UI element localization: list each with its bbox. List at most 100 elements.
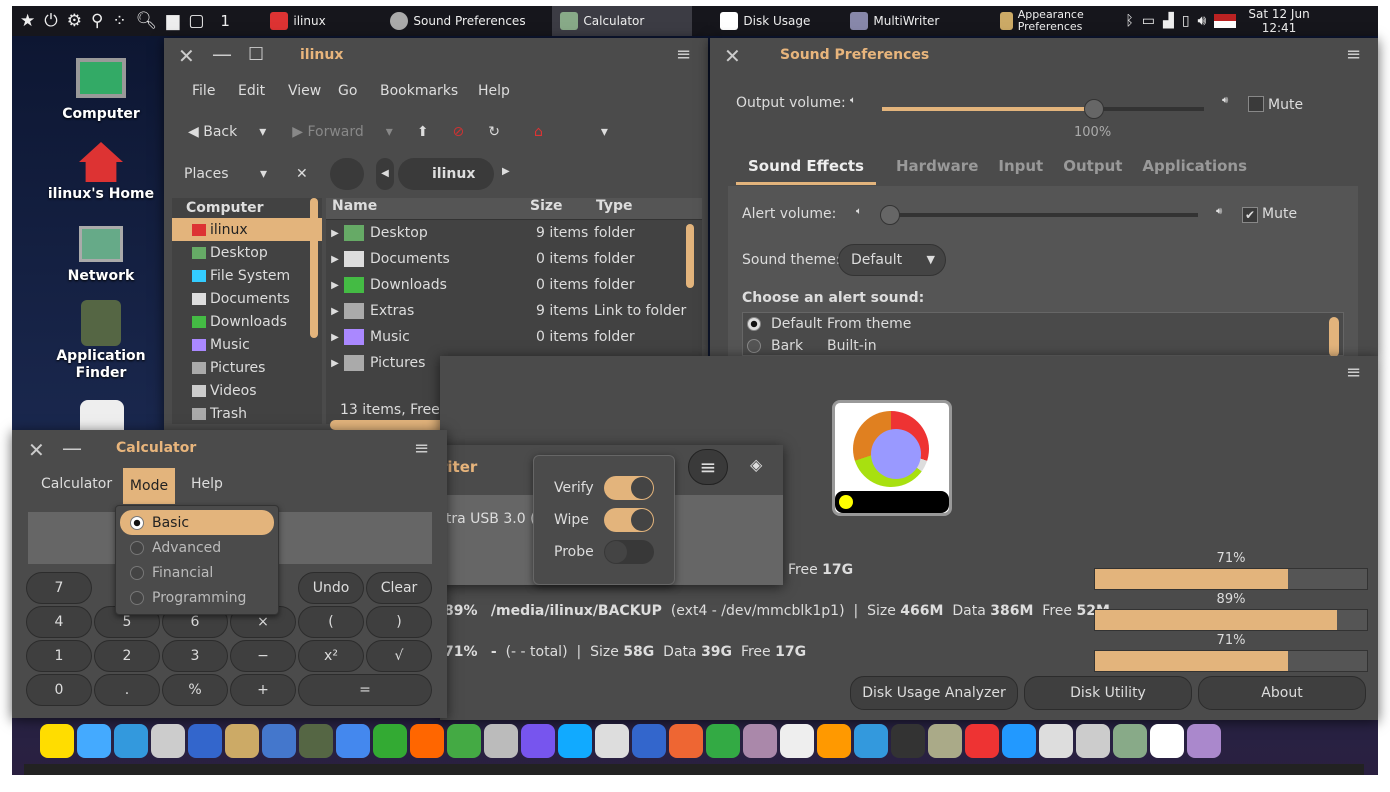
sidebar-scrollbar[interactable] xyxy=(310,198,318,338)
sidebar-item-file-system[interactable]: File System xyxy=(172,264,322,287)
calc-key[interactable]: + xyxy=(230,674,296,706)
apps-grid-icon[interactable]: ⁘ xyxy=(112,11,126,31)
expander-icon[interactable]: ▶ xyxy=(326,306,344,317)
places-dropdown-icon[interactable]: ▾ xyxy=(260,166,267,182)
calc-key[interactable]: √ xyxy=(366,640,432,672)
calc-key[interactable]: Clear xyxy=(366,572,432,604)
toolbar-overflow-icon[interactable]: ▾ xyxy=(601,124,608,140)
menu-edit[interactable]: Edit xyxy=(238,83,288,99)
task-appearance[interactable]: Appearance Preferences xyxy=(992,6,1117,36)
file-row[interactable]: ▶ Downloads 0 items folder xyxy=(326,272,702,298)
path-right-icon[interactable]: ▶ xyxy=(502,166,510,177)
places-label[interactable]: Places xyxy=(184,166,229,182)
settings-toggle-icon[interactable]: ⚙ xyxy=(67,11,82,31)
menu-bookmarks[interactable]: Bookmarks xyxy=(380,83,478,99)
menu-icon[interactable]: ≡ xyxy=(1346,44,1361,65)
binoculars-icon[interactable]: ⚲ xyxy=(91,11,103,31)
mode-financial[interactable]: Financial xyxy=(120,560,274,585)
dock-app-icon[interactable] xyxy=(77,724,111,758)
vertical-scrollbar[interactable] xyxy=(686,224,694,288)
folder-icon[interactable]: ▆ xyxy=(166,11,179,31)
dock-app-icon[interactable] xyxy=(1150,724,1184,758)
favorites-star-icon[interactable]: ★ xyxy=(20,11,35,31)
search-icon[interactable]: 🔍︎ xyxy=(136,11,158,31)
power-icon[interactable]: ⏻ xyxy=(44,11,57,31)
radio-selected[interactable] xyxy=(747,317,761,331)
dock-app-icon[interactable] xyxy=(1039,724,1073,758)
sidebar-item-documents[interactable]: Documents xyxy=(172,287,322,310)
dock-app-icon[interactable] xyxy=(817,724,851,758)
dock-app-icon[interactable] xyxy=(262,724,296,758)
dock-app-icon[interactable] xyxy=(558,724,592,758)
dock-app-icon[interactable] xyxy=(1187,724,1221,758)
toggle-switch[interactable] xyxy=(604,540,654,564)
reload-icon[interactable]: ↻ xyxy=(488,124,500,140)
task-ilinux[interactable]: ilinux xyxy=(262,6,382,36)
calc-key[interactable]: 1 xyxy=(26,640,92,672)
calc-key[interactable]: 7 xyxy=(26,572,92,604)
sidebar-item-videos[interactable]: Videos xyxy=(172,379,322,402)
desktop-icon-home[interactable]: ilinux's Home xyxy=(46,142,156,202)
volume-icon[interactable]: 🔊︎ xyxy=(1198,13,1207,29)
sound-theme-dropdown[interactable]: Default ▼ xyxy=(838,244,946,276)
calc-key[interactable]: 0 xyxy=(26,674,92,706)
mode-basic[interactable]: Basic xyxy=(120,510,274,535)
dock-app-icon[interactable] xyxy=(595,724,629,758)
calc-key[interactable]: % xyxy=(162,674,228,706)
forward-dropdown-icon[interactable]: ▾ xyxy=(386,124,393,140)
sidebar-item-pictures[interactable]: Pictures xyxy=(172,356,322,379)
hamburger-menu-button[interactable]: ≡ xyxy=(688,449,728,485)
task-sound[interactable]: Sound Preferences xyxy=(382,6,552,36)
expander-icon[interactable]: ▶ xyxy=(326,280,344,291)
dock-app-icon[interactable] xyxy=(40,724,74,758)
disk-utility-button[interactable]: Disk Utility xyxy=(1024,676,1192,710)
about-button[interactable]: About xyxy=(1198,676,1366,710)
desktop-icon-appfinder[interactable]: Application Finder xyxy=(46,300,156,382)
close-icon[interactable]: ✕ xyxy=(28,438,45,462)
mode-programming[interactable]: Programming xyxy=(120,585,274,610)
tab-input[interactable]: Input xyxy=(998,150,1043,185)
dock-app-icon[interactable] xyxy=(188,724,222,758)
workspace-switcher[interactable]: 1 xyxy=(212,6,262,36)
dock-app-icon[interactable] xyxy=(780,724,814,758)
tab-hardware[interactable]: Hardware xyxy=(896,150,978,185)
minimize-icon[interactable]: — xyxy=(212,42,232,66)
back-dropdown-icon[interactable]: ▾ xyxy=(259,124,266,140)
stop-icon[interactable]: ⊘ xyxy=(453,124,465,140)
col-size[interactable]: Size xyxy=(524,198,588,219)
expander-icon[interactable]: ▶ xyxy=(326,228,344,239)
sidebar-item-ilinux[interactable]: ilinux xyxy=(172,218,322,241)
bluetooth-icon[interactable]: ᛒ xyxy=(1125,13,1133,29)
close-icon[interactable]: ✕ xyxy=(724,44,741,68)
expander-icon[interactable]: ▶ xyxy=(326,358,344,369)
show-desktop-icon[interactable]: ▢ xyxy=(188,11,204,31)
path-left-icon[interactable]: ◀ xyxy=(376,158,394,190)
sidebar-item-desktop[interactable]: Desktop xyxy=(172,241,322,264)
menu-calculator[interactable]: Calculator xyxy=(41,476,112,492)
file-row[interactable]: ▶ Desktop 9 items folder xyxy=(326,220,702,246)
dock-app-icon[interactable] xyxy=(1002,724,1036,758)
sidebar-item-music[interactable]: Music xyxy=(172,333,322,356)
dock-app-icon[interactable] xyxy=(299,724,333,758)
close-icon[interactable]: ✕ xyxy=(178,44,195,68)
file-row[interactable]: ▶ Music 0 items folder xyxy=(326,324,702,350)
up-icon[interactable]: ⬆ xyxy=(417,124,429,140)
task-disk-usage[interactable]: Disk Usage xyxy=(692,6,842,36)
toggle-switch[interactable] xyxy=(604,476,654,500)
calc-key[interactable]: Undo xyxy=(298,572,364,604)
diamond-icon[interactable]: ◈ xyxy=(750,455,762,474)
col-type[interactable]: Type xyxy=(588,198,678,219)
tab-applications[interactable]: Applications xyxy=(1142,150,1247,185)
dock-app-icon[interactable] xyxy=(484,724,518,758)
calc-key[interactable]: = xyxy=(298,674,432,706)
file-row[interactable]: ▶ Extras 9 items Link to folder xyxy=(326,298,702,324)
disk-usage-analyzer-button[interactable]: Disk Usage Analyzer xyxy=(850,676,1018,710)
dock-app-icon[interactable] xyxy=(521,724,555,758)
menu-icon[interactable]: ≡ xyxy=(1346,362,1361,383)
task-calculator[interactable]: Calculator xyxy=(552,6,693,36)
sidebar-item-trash[interactable]: Trash xyxy=(172,402,322,425)
alert-mute-checkbox[interactable]: ✔ xyxy=(1242,207,1258,223)
dock-app-icon[interactable] xyxy=(706,724,740,758)
calc-key[interactable]: 3 xyxy=(162,640,228,672)
list-item[interactable]: Default From theme xyxy=(743,313,1343,335)
